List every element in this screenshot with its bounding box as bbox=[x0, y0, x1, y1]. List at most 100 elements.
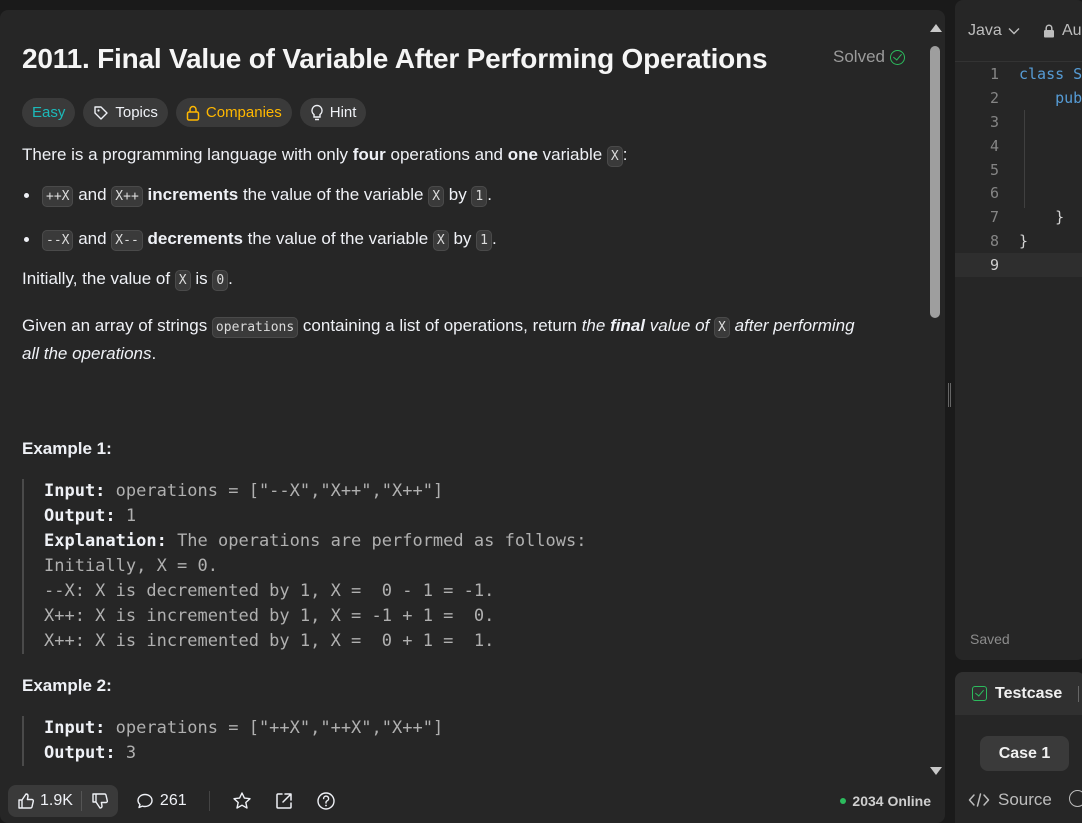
code-line: 5 bbox=[955, 158, 1082, 182]
lock-icon bbox=[186, 105, 200, 121]
operations-list: ++X and X++ increments the value of the … bbox=[22, 182, 905, 254]
code-area[interactable]: 1 class S 2 pub 3 4 5 6 7 } 8} 9 bbox=[955, 62, 1082, 278]
panel-resize-handle[interactable] bbox=[948, 383, 952, 407]
description-panel: 2011. Final Value of Variable After Perf… bbox=[0, 10, 945, 823]
autocomplete-toggle[interactable]: Au bbox=[1043, 22, 1082, 40]
inline-code: X bbox=[428, 186, 445, 207]
question-circle-icon bbox=[316, 791, 335, 810]
line-number: 6 bbox=[989, 184, 999, 203]
language-label: Java bbox=[968, 22, 1002, 39]
text: . bbox=[491, 229, 497, 248]
online-status: 2034 Online bbox=[840, 793, 931, 809]
thumbs-down-icon bbox=[92, 792, 108, 809]
list-item: --X and X-- decrements the value of the … bbox=[22, 226, 905, 254]
language-selector[interactable]: Java bbox=[968, 22, 1020, 40]
given-paragraph: Given an array of strings operations con… bbox=[22, 313, 905, 367]
divider bbox=[1078, 685, 1080, 702]
inline-code: operations bbox=[211, 317, 299, 338]
online-dot-icon bbox=[840, 797, 847, 804]
code-editor-panel: Java Au 1 class S 2 pub 3 4 5 6 7 } 8} 9 … bbox=[955, 0, 1082, 660]
input-label: Input: bbox=[44, 718, 106, 738]
favorite-button[interactable] bbox=[232, 791, 252, 811]
explanation-line: Initially, X = 0. bbox=[44, 556, 218, 576]
italic-text: the bbox=[581, 316, 611, 335]
companies-label: Companies bbox=[205, 104, 282, 121]
text: . bbox=[151, 344, 157, 363]
initial-paragraph: Initially, the value of X is 0. bbox=[22, 266, 905, 294]
case-1-tab[interactable]: Case 1 bbox=[980, 736, 1069, 771]
source-label: Source bbox=[998, 790, 1052, 809]
chevron-down-icon bbox=[1008, 28, 1020, 35]
code-line: 4 bbox=[955, 134, 1082, 158]
code-line: 7 } bbox=[955, 205, 1082, 229]
example-1-block: Input: operations = ["--X","X++","X++"] … bbox=[22, 479, 905, 654]
scrollbar-thumb[interactable] bbox=[930, 46, 940, 318]
code-line: 1 class S bbox=[955, 62, 1082, 86]
text: : bbox=[622, 145, 628, 164]
text: operations and bbox=[385, 145, 508, 164]
output-label: Output: bbox=[44, 506, 116, 526]
solved-label: Solved bbox=[833, 47, 885, 66]
inline-code: X bbox=[174, 270, 191, 291]
inline-code: X++ bbox=[111, 186, 143, 207]
inline-code: X-- bbox=[111, 230, 143, 251]
text: Given an array of strings bbox=[22, 316, 212, 335]
save-status: Saved bbox=[970, 631, 1010, 647]
code-text: } bbox=[1019, 232, 1029, 251]
hint-label: Hint bbox=[329, 104, 357, 121]
bold-text: decrements bbox=[147, 229, 243, 248]
code-text: } bbox=[1019, 208, 1065, 227]
dislike-button[interactable] bbox=[82, 785, 118, 817]
testcase-tab-label: Testcase bbox=[995, 684, 1063, 702]
comment-count: 261 bbox=[159, 791, 187, 809]
text: by bbox=[448, 229, 477, 248]
code-line: 6 bbox=[955, 181, 1082, 205]
like-count: 1.9K bbox=[40, 791, 73, 809]
share-button[interactable] bbox=[274, 791, 294, 811]
help-circle-icon[interactable] bbox=[1069, 790, 1082, 807]
comments-button[interactable]: 261 bbox=[136, 792, 187, 810]
inline-code: 1 bbox=[471, 186, 488, 207]
scroll-up-arrow-icon[interactable] bbox=[930, 24, 942, 32]
inline-code: 0 bbox=[212, 270, 229, 291]
code-line: 3 bbox=[955, 110, 1082, 134]
vote-group: 1.9K bbox=[8, 784, 118, 817]
code-text: pub bbox=[1019, 88, 1082, 107]
example-2-title: Example 2: bbox=[22, 676, 112, 695]
line-number: 4 bbox=[989, 136, 999, 155]
testcase-tab[interactable]: Testcase bbox=[955, 672, 1082, 715]
checkbox-icon bbox=[972, 686, 987, 701]
source-button[interactable]: Source bbox=[968, 790, 1052, 810]
help-button[interactable] bbox=[316, 791, 336, 811]
bold-text: four bbox=[352, 145, 386, 164]
explanation-value: The operations are performed as follows: bbox=[166, 531, 587, 551]
description-footer: 1.9K 261 2034 Online bbox=[0, 778, 945, 823]
indent-guide bbox=[1024, 110, 1025, 208]
explanation-line: X++: X is incremented by 1, X = 0 + 1 = … bbox=[44, 631, 495, 651]
text: . bbox=[228, 269, 233, 288]
problem-title[interactable]: 2011. Final Value of Variable After Perf… bbox=[22, 43, 768, 75]
scroll-down-arrow-icon[interactable] bbox=[930, 767, 942, 775]
text: variable bbox=[537, 145, 607, 164]
text: the value of the variable bbox=[238, 185, 429, 204]
input-value: operations = ["--X","X++","X++"] bbox=[105, 481, 444, 501]
online-count: 2034 Online bbox=[852, 792, 931, 809]
text: and bbox=[73, 229, 112, 248]
title-row: 2011. Final Value of Variable After Perf… bbox=[22, 10, 905, 105]
thumbs-up-icon bbox=[18, 792, 35, 809]
example-1-title: Example 1: bbox=[22, 439, 112, 458]
explanation-line: X++: X is incremented by 1, X = -1 + 1 =… bbox=[44, 606, 495, 626]
intro-paragraph: There is a programming language with onl… bbox=[22, 142, 905, 170]
code-line-active: 9 bbox=[955, 253, 1082, 278]
line-number: 3 bbox=[989, 112, 999, 131]
example-2-block: Input: operations = ["++X","++X","X++"] … bbox=[22, 716, 905, 766]
inline-code: 1 bbox=[476, 230, 492, 251]
explanation-label: Explanation: bbox=[44, 531, 167, 551]
code-brackets-icon bbox=[968, 793, 990, 807]
text: is bbox=[190, 269, 213, 288]
solved-status: Solved bbox=[833, 47, 905, 67]
code-line: 8} bbox=[955, 229, 1082, 253]
text: Initially, the value of bbox=[22, 269, 175, 288]
like-button[interactable]: 1.9K bbox=[8, 785, 81, 817]
description-scrollbar[interactable] bbox=[928, 24, 942, 775]
